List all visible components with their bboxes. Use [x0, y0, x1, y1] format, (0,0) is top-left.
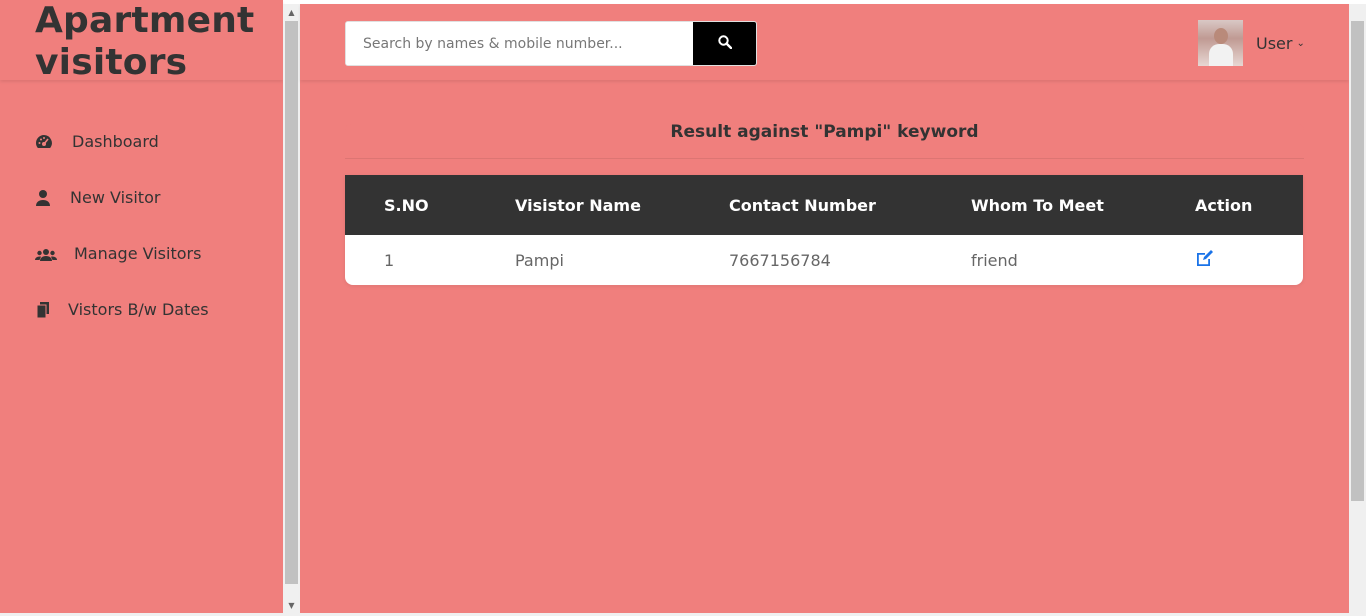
sidebar: Apartment visitors Dashboard New Visitor…: [0, 0, 283, 616]
brand-header: Apartment visitors: [0, 0, 283, 80]
chevron-down-icon: ⌄: [1296, 37, 1305, 49]
results-title: Result against "Pampi" keyword: [670, 122, 979, 142]
brand-title[interactable]: Apartment visitors: [35, 0, 275, 80]
cell-action: [1195, 235, 1303, 285]
column-header-whom-to-meet: Whom To Meet: [971, 175, 1195, 235]
sidebar-item-label: New Visitor: [70, 188, 161, 207]
column-header-sno: S.NO: [345, 175, 515, 235]
search-button[interactable]: [693, 22, 756, 65]
users-icon: [35, 245, 57, 263]
sidebar-item-new-visitor[interactable]: New Visitor: [0, 170, 283, 226]
page-scrollbar-thumb[interactable]: [1351, 21, 1364, 501]
sidebar-item-label: Manage Visitors: [74, 244, 202, 263]
avatar[interactable]: [1198, 20, 1243, 66]
user-icon: [35, 189, 53, 207]
cell-whom-to-meet: friend: [971, 235, 1195, 285]
user-name: User: [1256, 33, 1293, 53]
search-icon: [717, 35, 732, 52]
table-row: 1 Pampi 7667156784 friend: [345, 235, 1303, 285]
brand-title-line1: Apartment: [35, 0, 255, 41]
cell-contact-number: 7667156784: [729, 235, 971, 285]
search-form: [345, 21, 757, 66]
scroll-up-arrow-icon[interactable]: ▲: [283, 4, 300, 21]
column-header-contact-number: Contact Number: [729, 175, 971, 235]
main-content: User ⌄ Result against "Pampi" keyword S.…: [300, 4, 1349, 614]
sidebar-item-manage-visitors[interactable]: Manage Visitors: [0, 226, 283, 282]
sidebar-item-label: Dashboard: [72, 132, 159, 151]
card-divider: [345, 158, 1304, 159]
sidebar-nav: Dashboard New Visitor Manage Visitors Vi…: [0, 114, 283, 338]
column-header-action: Action: [1195, 175, 1303, 235]
cell-visitor-name: Pampi: [515, 235, 729, 285]
sidebar-item-visitors-between-dates[interactable]: Vistors B/w Dates: [0, 282, 283, 338]
edit-icon: [1195, 250, 1215, 271]
sidebar-item-dashboard[interactable]: Dashboard: [0, 114, 283, 170]
search-input[interactable]: [346, 22, 693, 65]
results-table: S.NO Visistor Name Contact Number Whom T…: [345, 175, 1303, 285]
brand-title-line2: visitors: [35, 42, 188, 80]
search-results-card: Result against "Pampi" keyword S.NO Visi…: [345, 124, 1304, 285]
copy-icon: [35, 301, 53, 319]
column-header-visitor-name: Visistor Name: [515, 175, 729, 235]
edit-visitor-link[interactable]: [1195, 249, 1215, 271]
dashboard-icon: [35, 133, 53, 151]
sidebar-scrollbar[interactable]: ▲ ▼: [283, 4, 300, 614]
table-header-row: S.NO Visistor Name Contact Number Whom T…: [345, 175, 1303, 235]
scroll-down-arrow-icon[interactable]: ▼: [283, 597, 300, 614]
sidebar-item-label: Vistors B/w Dates: [68, 300, 209, 319]
user-menu[interactable]: User ⌄: [1198, 20, 1305, 66]
page-scrollbar[interactable]: [1349, 4, 1366, 614]
sidebar-scrollbar-thumb[interactable]: [285, 21, 298, 584]
top-bar: User ⌄: [300, 4, 1349, 80]
cell-sno: 1: [345, 235, 515, 285]
